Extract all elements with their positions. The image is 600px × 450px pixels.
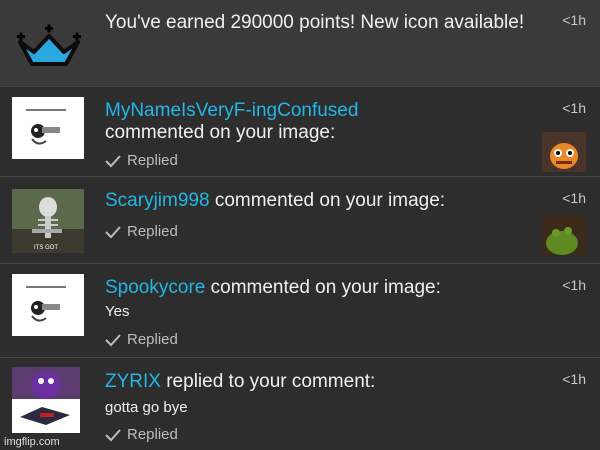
username-link[interactable]: Scaryjim998 (105, 190, 210, 211)
username-link[interactable]: Spookycore (105, 277, 205, 298)
notification-points[interactable]: You've earned 290000 points! New icon av… (0, 0, 600, 87)
watermark: imgflip.com (4, 436, 60, 448)
timestamp: <1h (562, 12, 586, 28)
notification-text: You've earned 290000 points! New icon av… (105, 12, 525, 33)
check-icon (105, 154, 121, 172)
action-text: commented on your image: (214, 190, 446, 211)
notification-text: Scaryjim998 commented on your image: (105, 190, 545, 212)
replied-status: Replied (105, 426, 178, 446)
replied-label: Replied (127, 223, 178, 240)
replied-label: Replied (127, 152, 178, 169)
replied-label: Replied (127, 426, 178, 443)
crown-icon (14, 24, 84, 72)
notification-text: MyNameIsVeryF-ingConfused commented on y… (105, 100, 545, 144)
replied-status: Replied (105, 331, 178, 351)
image-thumbnail[interactable] (12, 274, 84, 336)
replied-status: Replied (105, 223, 178, 243)
notification-text: Spookycore commented on your image: (105, 277, 545, 299)
action-text: replied to your comment: (166, 371, 376, 392)
action-text: commented on your image: (210, 277, 441, 298)
notification-reply[interactable]: ZYRIX replied to your comment: <1h gotta… (0, 359, 600, 450)
commented-image-thumbnail[interactable] (542, 132, 586, 172)
username-link[interactable]: MyNameIsVeryF-ingConfused (105, 100, 358, 121)
timestamp: <1h (562, 371, 586, 387)
username-link[interactable]: ZYRIX (105, 371, 161, 392)
image-thumbnail[interactable] (12, 367, 80, 433)
replied-label: Replied (127, 331, 178, 348)
image-thumbnail[interactable] (12, 97, 84, 159)
timestamp: <1h (562, 277, 586, 293)
check-icon (105, 225, 121, 243)
check-icon (105, 333, 121, 351)
notification-comment-2[interactable]: ITS GOT Scaryjim998 commented on your im… (0, 178, 600, 264)
commented-image-thumbnail[interactable] (542, 215, 586, 255)
notification-text: ZYRIX replied to your comment: (105, 371, 545, 393)
notification-comment-3[interactable]: Spookycore commented on your image: <1h … (0, 265, 600, 358)
timestamp: <1h (562, 100, 586, 116)
notification-comment-1[interactable]: MyNameIsVeryF-ingConfused commented on y… (0, 88, 600, 177)
check-icon (105, 428, 121, 446)
image-thumbnail[interactable]: ITS GOT (12, 189, 84, 253)
replied-status: Replied (105, 152, 178, 172)
action-text: commented on your image: (105, 122, 336, 143)
comment-text: gotta go bye (105, 399, 188, 416)
svg-text:ITS GOT: ITS GOT (34, 245, 58, 251)
comment-text: Yes (105, 303, 130, 320)
timestamp: <1h (562, 190, 586, 206)
